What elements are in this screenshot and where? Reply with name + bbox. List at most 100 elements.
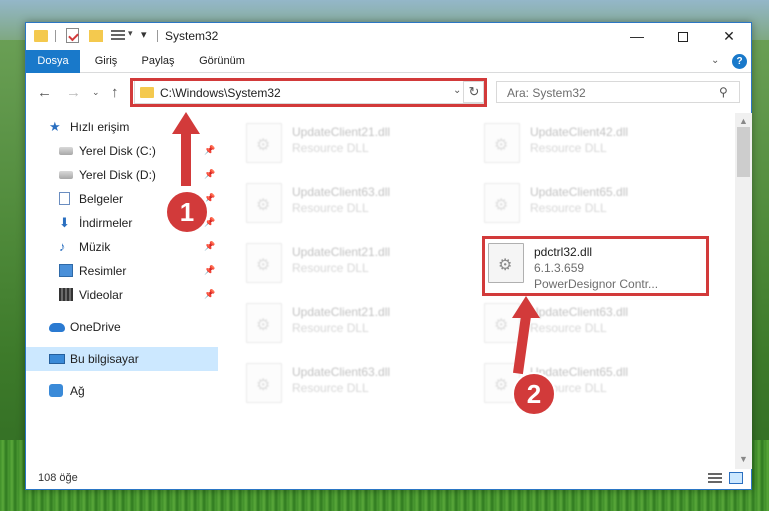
music-icon: ♪ xyxy=(59,239,66,254)
tab-share[interactable]: Paylaş xyxy=(138,50,178,73)
expand-ribbon-icon[interactable]: ⌄ xyxy=(711,55,719,66)
toolbar-divider xyxy=(157,30,158,42)
title-bar: ▾ ▾ System32 — ✕ xyxy=(26,23,751,49)
sidebar-item-videos[interactable]: Videolar 📌 xyxy=(26,283,218,307)
maximize-icon xyxy=(678,32,688,43)
video-icon xyxy=(59,288,73,301)
star-icon: ★ xyxy=(49,119,61,134)
pin-icon[interactable]: 📌 xyxy=(204,169,215,180)
file-name: UpdateClient63.dll xyxy=(530,305,629,319)
list-item[interactable]: UpdateClient63.dll Resource DLL xyxy=(246,361,466,411)
customize-toolbar-icon[interactable]: ▾ xyxy=(141,28,147,41)
sidebar-item-label: Hızlı erişim xyxy=(70,120,130,134)
file-description: Resource DLL xyxy=(292,201,369,215)
annotation-arrow-head xyxy=(512,296,540,318)
computer-icon xyxy=(49,354,65,364)
vertical-scrollbar[interactable]: ▲ ▼ xyxy=(735,113,752,469)
view-options-icon[interactable] xyxy=(111,30,125,42)
step-badge-1: 1 xyxy=(165,190,209,234)
maximize-button[interactable] xyxy=(660,23,706,49)
folder-icon xyxy=(34,30,48,42)
disk-icon xyxy=(59,147,73,155)
forward-button[interactable]: → xyxy=(66,84,81,101)
file-name: UpdateClient21.dll xyxy=(292,245,391,259)
sidebar-item-label: Belgeler xyxy=(79,192,124,206)
scrollbar-thumb[interactable] xyxy=(737,127,750,177)
new-folder-icon[interactable] xyxy=(89,30,103,42)
sidebar-item-label: Yerel Disk (C:) xyxy=(79,144,156,158)
file-description: Resource DLL xyxy=(292,381,369,395)
file-highlight-box xyxy=(482,236,709,296)
sidebar-item-label: Videolar xyxy=(79,288,123,302)
scroll-up-icon[interactable]: ▲ xyxy=(739,116,748,126)
up-button[interactable]: ↑ xyxy=(111,84,119,101)
dll-file-icon xyxy=(484,123,520,163)
tab-home[interactable]: Giriş xyxy=(88,50,124,73)
details-view-icon[interactable] xyxy=(708,473,722,484)
recent-locations-button[interactable]: ⌄ xyxy=(92,87,100,98)
sidebar-item-label: Bu bilgisayar xyxy=(70,352,139,366)
pin-icon[interactable]: 📌 xyxy=(204,289,215,300)
sidebar-item-this-pc[interactable]: Bu bilgisayar xyxy=(26,347,218,371)
tab-file[interactable]: Dosya xyxy=(26,50,80,73)
file-name: UpdateClient42.dll xyxy=(530,125,629,139)
large-icons-view-icon[interactable] xyxy=(729,472,743,484)
cloud-icon xyxy=(49,323,65,332)
annotation-arrow-shaft xyxy=(181,132,191,186)
step-badge-2: 2 xyxy=(512,372,556,416)
file-description: Resource DLL xyxy=(292,261,369,275)
pin-icon[interactable]: 📌 xyxy=(204,241,215,252)
list-item[interactable]: UpdateClient63.dll Resource DLL xyxy=(246,181,466,231)
sidebar-item-pictures[interactable]: Resimler 📌 xyxy=(26,259,218,283)
sidebar-item-music[interactable]: ♪ Müzik 📌 xyxy=(26,235,218,259)
file-name: UpdateClient21.dll xyxy=(292,125,391,139)
item-count: 108 öğe xyxy=(38,472,78,484)
close-button[interactable]: ✕ xyxy=(706,23,752,49)
document-icon xyxy=(59,192,70,205)
annotation-arrow-head xyxy=(172,112,200,134)
file-description: Resource DLL xyxy=(530,201,607,215)
list-item[interactable]: UpdateClient65.dll Resource DLL xyxy=(484,181,704,231)
file-description: Resource DLL xyxy=(292,141,369,155)
list-item[interactable]: UpdateClient21.dll Resource DLL xyxy=(246,301,466,351)
status-bar: 108 öğe xyxy=(26,469,751,489)
list-item[interactable]: UpdateClient21.dll Resource DLL xyxy=(246,241,466,291)
sidebar-item-onedrive[interactable]: OneDrive xyxy=(26,315,218,339)
dll-file-icon xyxy=(246,183,282,223)
file-name: UpdateClient21.dll xyxy=(292,305,391,319)
help-icon[interactable]: ? xyxy=(732,54,747,69)
tab-view[interactable]: Görünüm xyxy=(192,50,252,73)
sidebar-item-label: OneDrive xyxy=(70,320,121,334)
ribbon-tabs: Dosya Giriş Paylaş Görünüm ⌄ ? xyxy=(26,50,751,73)
dll-file-icon xyxy=(246,363,282,403)
properties-icon[interactable] xyxy=(66,28,79,43)
network-icon xyxy=(49,384,63,397)
dll-file-icon xyxy=(246,243,282,283)
search-placeholder: Ara: System32 xyxy=(507,86,586,100)
file-name: UpdateClient65.dll xyxy=(530,185,629,199)
sidebar-item-label: Ağ xyxy=(70,384,85,398)
window-title: System32 xyxy=(165,29,219,43)
pin-icon[interactable]: 📌 xyxy=(204,145,215,156)
pin-icon[interactable]: 📌 xyxy=(204,265,215,276)
scroll-down-icon[interactable]: ▼ xyxy=(739,454,748,464)
toolbar-divider xyxy=(55,30,56,42)
list-item[interactable]: UpdateClient21.dll Resource DLL xyxy=(246,121,466,171)
address-highlight-box xyxy=(130,78,487,107)
list-item[interactable]: UpdateClient42.dll Resource DLL xyxy=(484,121,704,171)
sidebar-item-network[interactable]: Ağ xyxy=(26,379,218,403)
file-description: Resource DLL xyxy=(292,321,369,335)
file-name: UpdateClient63.dll xyxy=(292,185,391,199)
back-button[interactable]: ← xyxy=(37,84,52,101)
search-input[interactable]: Ara: System32 ⚲ xyxy=(496,81,740,103)
dll-file-icon xyxy=(246,303,282,343)
picture-icon xyxy=(59,264,73,277)
sidebar-item-label: Resimler xyxy=(79,264,127,278)
minimize-button[interactable]: — xyxy=(614,23,660,49)
sidebar-item-label: İndirmeler xyxy=(79,216,133,230)
dll-file-icon xyxy=(246,123,282,163)
chevron-down-icon[interactable]: ▾ xyxy=(128,28,133,39)
disk-icon xyxy=(59,171,73,179)
search-icon: ⚲ xyxy=(719,85,728,99)
dll-file-icon xyxy=(484,183,520,223)
